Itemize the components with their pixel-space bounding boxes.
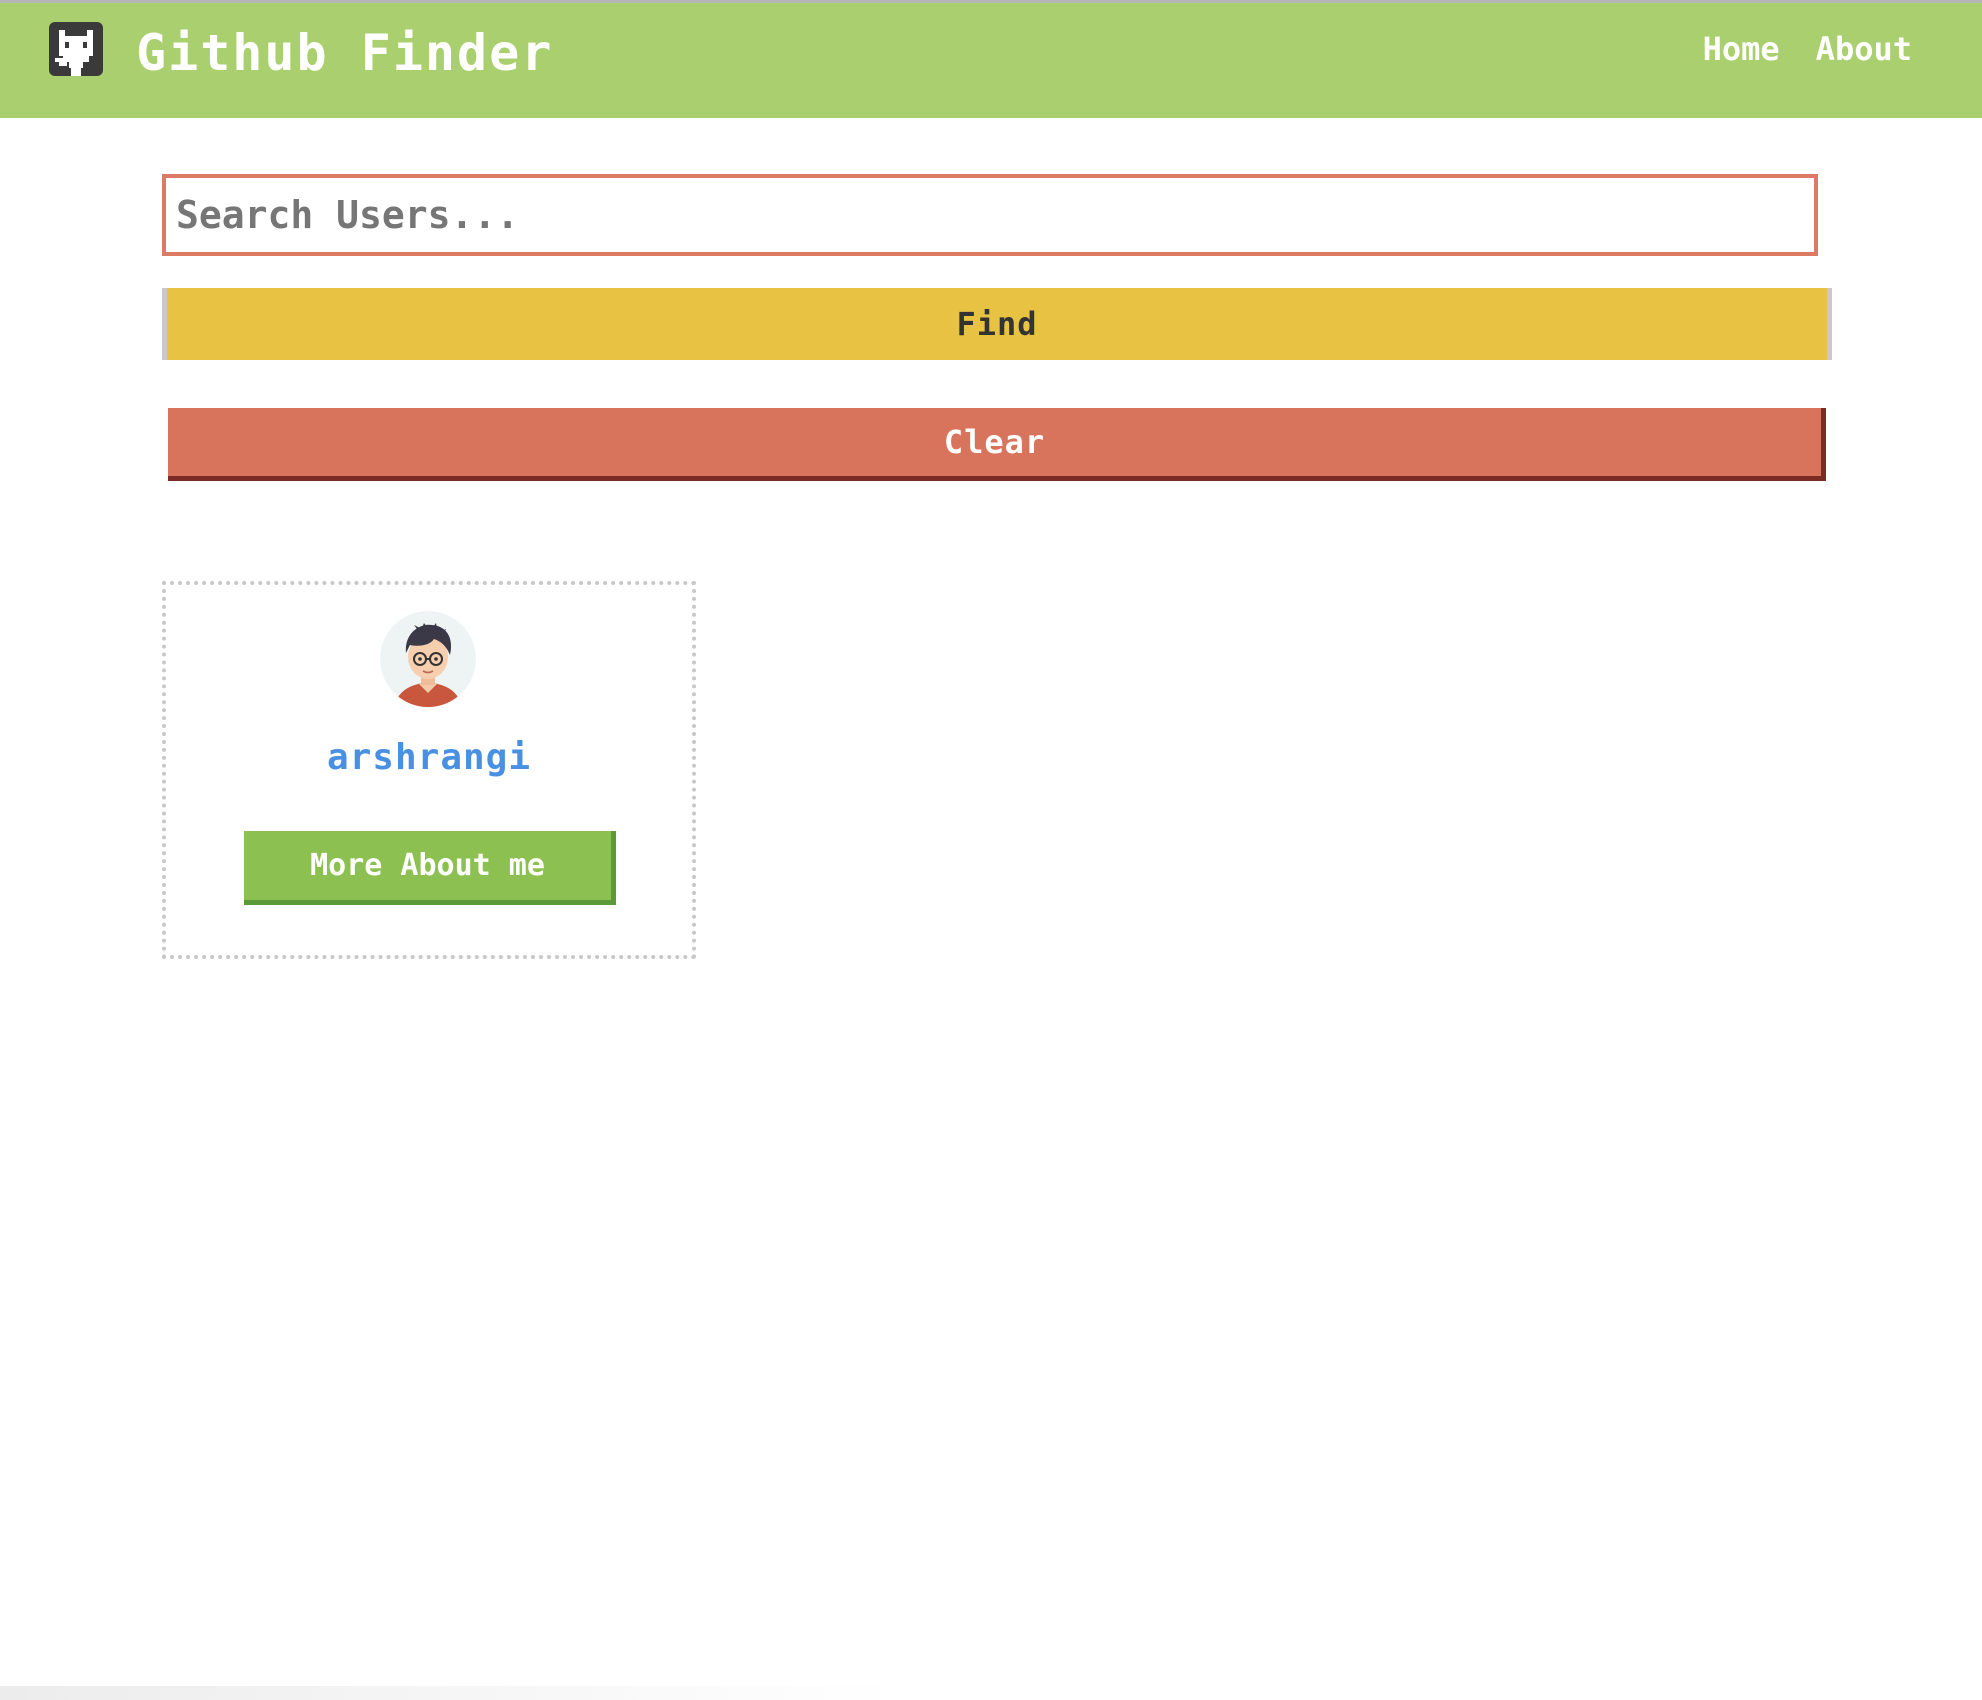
search-input[interactable] bbox=[162, 174, 1818, 256]
navbar: Github Finder Home About bbox=[0, 3, 1982, 118]
clear-button[interactable]: Clear bbox=[168, 408, 1826, 481]
user-avatar bbox=[380, 611, 476, 707]
github-icon bbox=[49, 22, 103, 76]
nav-link-home[interactable]: Home bbox=[1703, 27, 1780, 71]
find-button[interactable]: Find bbox=[162, 288, 1832, 360]
nav-links: Home About bbox=[1703, 27, 1912, 71]
nav-link-about[interactable]: About bbox=[1816, 27, 1912, 71]
user-login[interactable]: arshrangi bbox=[166, 735, 692, 781]
more-about-me-button[interactable]: More About me bbox=[244, 831, 616, 905]
app-title: Github Finder bbox=[136, 24, 554, 82]
bottom-shadow bbox=[0, 1686, 900, 1700]
user-card: arshrangi More About me bbox=[162, 581, 696, 959]
